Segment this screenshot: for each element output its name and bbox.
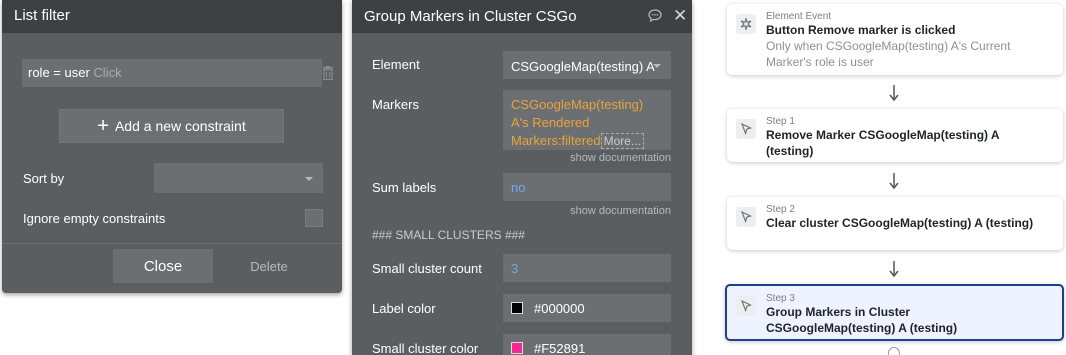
event-card[interactable]: Element Event Button Remove marker is cl… bbox=[727, 4, 1063, 75]
chevron-down-icon bbox=[305, 177, 313, 181]
comment-icon[interactable] bbox=[648, 9, 662, 22]
sum-labels-label: Sum labels bbox=[372, 180, 437, 195]
list-filter-header: List filter bbox=[2, 0, 342, 33]
event-kicker: Element Event bbox=[766, 11, 832, 22]
ignore-empty-checkbox[interactable] bbox=[305, 209, 323, 227]
close-button[interactable]: Close bbox=[113, 249, 213, 283]
sum-labels-value: no bbox=[511, 180, 526, 195]
markers-expression-field[interactable]: CSGoogleMap(testing) A's Rendered Marker… bbox=[503, 90, 671, 150]
sort-by-label: Sort by bbox=[23, 171, 65, 186]
trash-icon[interactable] bbox=[322, 66, 334, 80]
small-cluster-color-label: Small cluster color bbox=[372, 341, 479, 355]
sum-labels-field[interactable]: no bbox=[503, 173, 671, 201]
label-color-swatch[interactable] bbox=[511, 302, 523, 314]
cursor-icon bbox=[736, 207, 756, 227]
event-condition: Only when CSGoogleMap(testing) A's Curre… bbox=[766, 39, 1011, 69]
section-heading: ### SMALL CLUSTERS ### bbox=[372, 228, 525, 242]
step-kicker: Step 3 bbox=[766, 293, 795, 304]
arrow-down-icon bbox=[889, 173, 899, 190]
step-title: Clear cluster CSGoogleMap(testing) A (te… bbox=[766, 216, 1034, 230]
add-step-icon[interactable] bbox=[888, 347, 900, 355]
element-dropdown[interactable]: CSGoogleMap(testing) A bbox=[503, 51, 671, 79]
step-card-1[interactable]: Step 1 Remove Marker CSGoogleMap(testing… bbox=[727, 109, 1063, 162]
step-card-3[interactable]: Step 3 Group Markers in Cluster CSGoogle… bbox=[725, 284, 1064, 341]
list-filter-panel: List filter role = user Click + Add a ne… bbox=[2, 0, 342, 293]
constraint-text[interactable]: role = user bbox=[28, 65, 90, 80]
markers-label: Markers bbox=[372, 97, 419, 112]
small-cluster-color-swatch[interactable] bbox=[511, 342, 523, 354]
close-icon[interactable]: ✕ bbox=[673, 6, 687, 26]
add-constraint-label: Add a new constraint bbox=[114, 118, 246, 134]
event-icon bbox=[736, 14, 756, 34]
ignore-empty-label: Ignore empty constraints bbox=[23, 211, 166, 226]
step-title: Group Markers in Cluster CSGoogleMap(tes… bbox=[766, 305, 958, 335]
step-card-2[interactable]: Step 2 Clear cluster CSGoogleMap(testing… bbox=[727, 197, 1063, 250]
cursor-icon bbox=[736, 119, 756, 139]
arrow-down-icon bbox=[889, 85, 899, 102]
chevron-down-icon bbox=[653, 64, 661, 68]
cursor-icon bbox=[736, 296, 756, 316]
show-documentation-link[interactable]: show documentation bbox=[570, 152, 671, 164]
list-filter-title: List filter bbox=[14, 7, 70, 24]
small-cluster-color-value: #F52891 bbox=[534, 341, 586, 355]
constraint-field[interactable]: role = user Click bbox=[22, 59, 322, 87]
element-label: Element bbox=[372, 57, 420, 72]
sort-by-dropdown[interactable] bbox=[154, 163, 323, 193]
element-value: CSGoogleMap(testing) A bbox=[511, 59, 655, 74]
small-cluster-color-field[interactable]: #F52891 bbox=[503, 334, 671, 355]
constraint-placeholder[interactable]: Click bbox=[93, 65, 121, 80]
delete-button[interactable]: Delete bbox=[242, 249, 296, 283]
show-documentation-link[interactable]: show documentation bbox=[570, 205, 671, 217]
small-cluster-count-value: 3 bbox=[511, 261, 519, 276]
small-cluster-count-label: Small cluster count bbox=[372, 261, 482, 276]
more-button[interactable]: More... bbox=[600, 133, 644, 149]
step-kicker: Step 1 bbox=[766, 116, 795, 127]
step-kicker: Step 2 bbox=[766, 204, 795, 215]
plus-icon: + bbox=[97, 115, 109, 137]
add-constraint-button[interactable]: + Add a new constraint bbox=[59, 109, 284, 143]
action-properties-panel: Group Markers in Cluster CSGoogleMap(tes… bbox=[352, 0, 692, 355]
label-color-value: #000000 bbox=[534, 301, 585, 316]
small-cluster-count-field[interactable]: 3 bbox=[503, 254, 671, 282]
event-title: Button Remove marker is clicked bbox=[766, 23, 956, 37]
action-panel-title: Group Markers in Cluster CSGoogleMap(tes… bbox=[364, 8, 576, 25]
step-title: Remove Marker CSGoogleMap(testing) A (te… bbox=[766, 128, 1000, 158]
label-color-field[interactable]: #000000 bbox=[503, 294, 671, 322]
arrow-down-icon bbox=[889, 261, 899, 278]
action-panel-header: Group Markers in Cluster CSGoogleMap(tes… bbox=[352, 0, 692, 33]
label-color-label: Label color bbox=[372, 301, 436, 316]
